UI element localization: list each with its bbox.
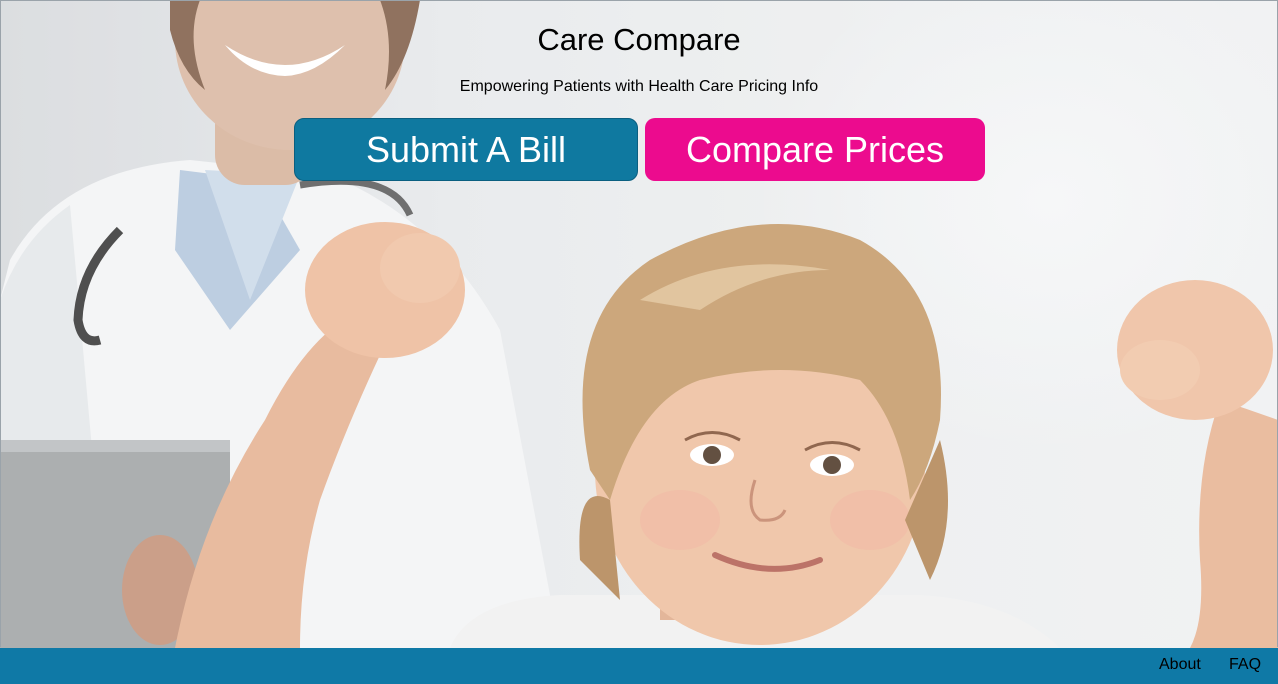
footer-link-faq[interactable]: FAQ <box>1229 656 1261 674</box>
footer-link-about[interactable]: About <box>1159 656 1201 674</box>
hero-photo <box>0 0 1278 648</box>
page-title: Care Compare <box>537 22 741 57</box>
submit-bill-button[interactable]: Submit A Bill <box>294 118 638 181</box>
footer-bar: About FAQ <box>0 648 1278 684</box>
page-subtitle: Empowering Patients with Health Care Pri… <box>459 78 819 95</box>
hero-background: Care Compare Empowering Patients with He… <box>0 0 1278 648</box>
compare-prices-button[interactable]: Compare Prices <box>645 118 985 181</box>
